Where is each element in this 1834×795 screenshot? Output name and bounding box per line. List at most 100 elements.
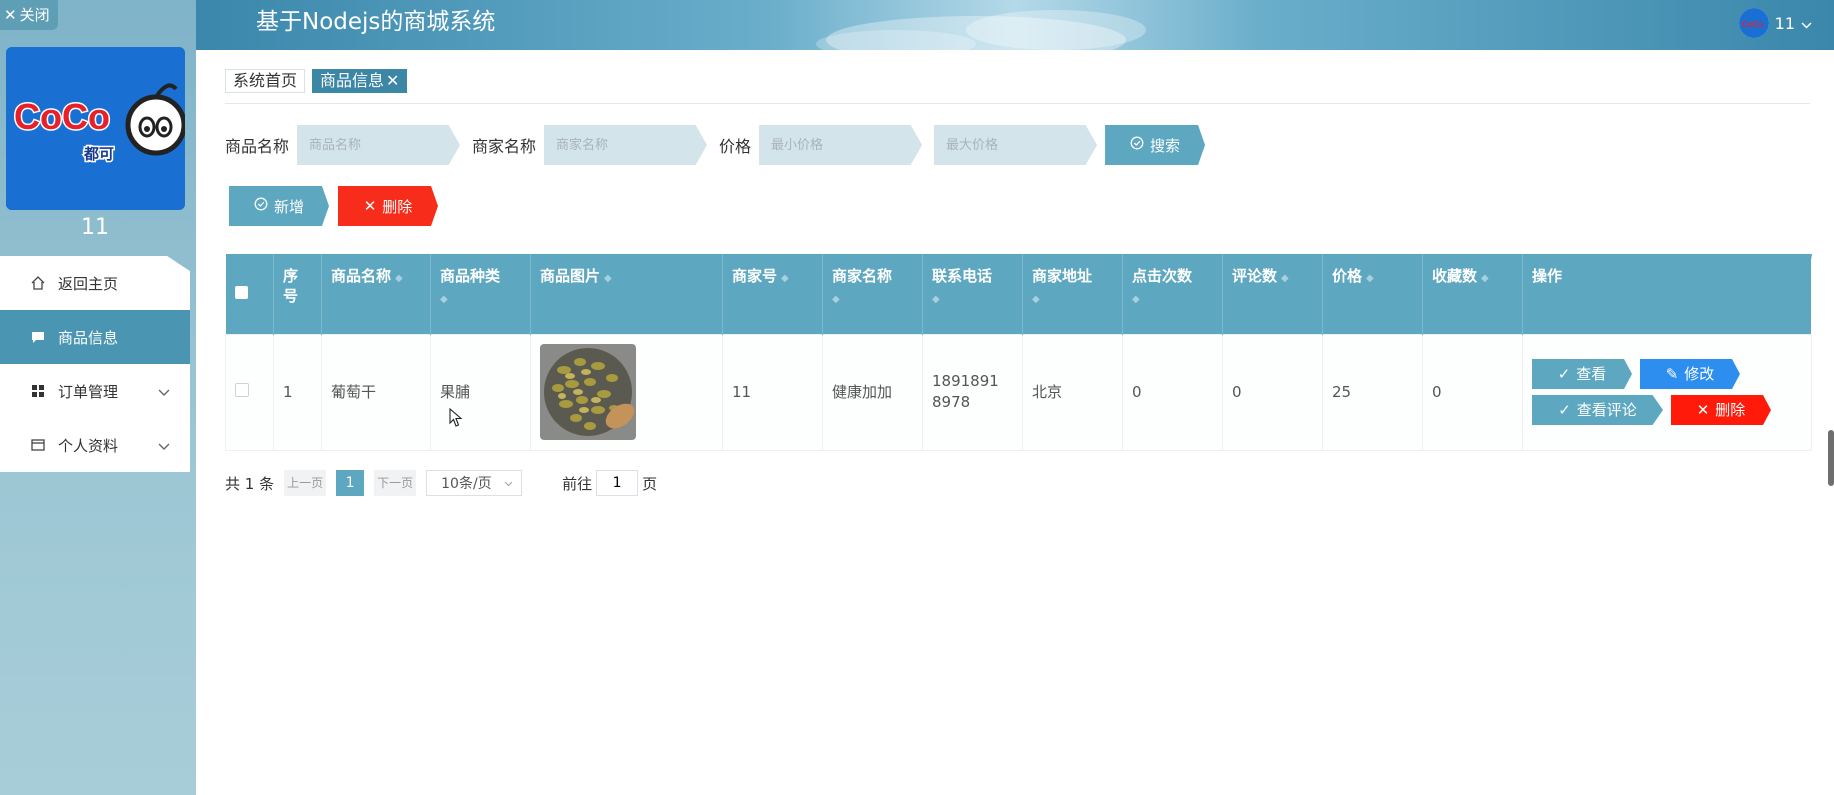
product-name-label: 商品名称 bbox=[225, 137, 290, 156]
sidebar-item-label: 订单管理 bbox=[58, 382, 119, 401]
col-header-price[interactable]: 价格 ◆ bbox=[1322, 254, 1423, 334]
close-icon[interactable]: ✕ bbox=[386, 70, 399, 92]
total-count: 共 1 条 bbox=[225, 474, 275, 493]
tab-home[interactable]: 系统首页 bbox=[225, 69, 306, 93]
sidebar-menu: 返回主页 商品信息 订单管理 个人资料 bbox=[0, 256, 190, 472]
sort-icon[interactable]: ◆ bbox=[395, 273, 403, 284]
cell-merchant-name: 健康加加 bbox=[822, 333, 923, 451]
main-content: 系统首页 商品信息 ✕ 商品名称 商家名称 价格 搜索 新增 bbox=[196, 50, 1834, 795]
pagination: 共 1 条 上一页 1 下一页 10条/页 前往 页 bbox=[225, 469, 657, 497]
merchant-name-label: 商家名称 bbox=[472, 137, 537, 156]
sort-icon[interactable]: ◆ bbox=[1281, 273, 1289, 284]
brand-logo: CoCo 都可 bbox=[6, 47, 185, 210]
cell-clicks: 0 bbox=[1122, 333, 1223, 451]
cell-name: 葡萄干 bbox=[321, 333, 431, 451]
sort-icon[interactable]: ◆ bbox=[1132, 290, 1213, 310]
sidebar-item-home[interactable]: 返回主页 bbox=[0, 256, 190, 310]
check-circle-icon bbox=[254, 197, 268, 215]
row-checkbox[interactable] bbox=[235, 382, 249, 397]
header-arrow-tip bbox=[1811, 254, 1823, 334]
select-all-checkbox[interactable] bbox=[234, 286, 248, 299]
delete-row-button[interactable]: ✕ 删除 bbox=[1671, 395, 1771, 425]
sort-icon[interactable]: ◆ bbox=[1366, 273, 1374, 284]
raisins-image bbox=[540, 344, 636, 440]
sidebar-item-profile[interactable]: 个人资料 bbox=[0, 418, 190, 472]
sort-icon[interactable]: ◆ bbox=[781, 273, 789, 284]
tab-label: 系统首页 bbox=[233, 71, 298, 90]
page-size-value: 10条/页 bbox=[441, 476, 492, 492]
edit-label: 修改 bbox=[1684, 364, 1715, 383]
sidebar-item-products[interactable]: 商品信息 bbox=[0, 310, 190, 364]
table-row: 1 葡萄干 果脯 11 健康加加 18918918978 北京 0 0 25 0… bbox=[225, 333, 1812, 451]
chevron-down-icon bbox=[504, 475, 513, 491]
divider bbox=[225, 103, 1810, 104]
sort-icon[interactable]: ◆ bbox=[1481, 273, 1489, 284]
add-button[interactable]: 新增 bbox=[229, 186, 329, 226]
col-header-index: 序号 bbox=[273, 254, 322, 334]
bulk-delete-button[interactable]: ✕ 删除 bbox=[338, 186, 438, 226]
view-button[interactable]: ✓ 查看 bbox=[1532, 359, 1632, 389]
add-button-label: 新增 bbox=[273, 197, 304, 216]
price-label: 价格 bbox=[719, 137, 752, 156]
max-price-input[interactable] bbox=[934, 125, 1098, 165]
chevron-down-icon bbox=[158, 437, 170, 455]
min-price-input[interactable] bbox=[759, 125, 923, 165]
logo-subtext: 都可 bbox=[83, 145, 114, 163]
cell-address: 北京 bbox=[1022, 333, 1123, 451]
sidebar-item-label: 个人资料 bbox=[58, 436, 119, 455]
goto-page-input[interactable] bbox=[596, 470, 639, 496]
col-header-address[interactable]: 商家地址 ◆ bbox=[1022, 254, 1123, 334]
sort-icon[interactable]: ◆ bbox=[832, 290, 913, 310]
edit-button[interactable]: ✎ 修改 bbox=[1640, 359, 1740, 389]
col-header-image[interactable]: 商品图片 ◆ bbox=[530, 254, 723, 334]
user-menu[interactable]: CoCo 11 bbox=[1738, 8, 1812, 38]
tab-products[interactable]: 商品信息 ✕ bbox=[312, 69, 408, 93]
col-header-merchant-name[interactable]: 商家名称 ◆ bbox=[822, 254, 923, 334]
col-header-clicks[interactable]: 点击次数 ◆ bbox=[1122, 254, 1223, 334]
col-header-favorites[interactable]: 收藏数 ◆ bbox=[1422, 254, 1523, 334]
view-comments-button[interactable]: ✓ 查看评论 bbox=[1532, 395, 1663, 425]
sidebar-item-orders[interactable]: 订单管理 bbox=[0, 364, 190, 418]
sort-icon[interactable]: ◆ bbox=[932, 290, 1013, 310]
close-sidebar-button[interactable]: ✕ 关闭 bbox=[0, 0, 58, 30]
cell-image bbox=[530, 333, 723, 451]
col-header-phone[interactable]: 联系电话 ◆ bbox=[922, 254, 1023, 334]
col-header-category[interactable]: 商品种类 ◆ bbox=[430, 254, 531, 334]
delete-button-label: 删除 bbox=[382, 197, 413, 216]
app-title: 基于Nodejs的商城系统 bbox=[256, 9, 496, 35]
col-header-merchant-no[interactable]: 商家号 ◆ bbox=[722, 254, 823, 334]
grid-icon bbox=[30, 383, 46, 399]
chevron-down-icon bbox=[1801, 14, 1812, 33]
sort-icon[interactable]: ◆ bbox=[1032, 290, 1113, 310]
coco-logo-image: CoCo 都可 bbox=[6, 47, 185, 210]
cell-phone: 18918918978 bbox=[922, 333, 1023, 451]
sort-icon[interactable]: ◆ bbox=[604, 273, 612, 284]
sort-icon[interactable]: ◆ bbox=[440, 290, 521, 310]
view-label: 查看 bbox=[1576, 364, 1607, 383]
data-table: 序号 商品名称 ◆ 商品种类 ◆ 商品图片 ◆ 商家号 ◆ 商家名称 ◆ 联系电话 ◆ 商家… bbox=[225, 254, 1812, 451]
sidebar-username: 11 bbox=[81, 215, 109, 240]
check-icon: ✓ bbox=[1558, 400, 1571, 419]
scrollbar-thumb[interactable] bbox=[1828, 430, 1834, 486]
page-size-select[interactable]: 10条/页 bbox=[426, 470, 523, 496]
page-number-button[interactable]: 1 bbox=[336, 470, 365, 496]
cell-category: 果脯 bbox=[430, 333, 531, 451]
cell-actions: ✓ 查看 ✎ 修改 ✓ 查看评论 ✕ 删除 bbox=[1522, 333, 1812, 451]
cell-merchant-no: 11 bbox=[722, 333, 823, 451]
next-page-button[interactable]: 下一页 bbox=[374, 470, 417, 496]
search-button[interactable]: 搜索 bbox=[1105, 125, 1206, 165]
product-name-input[interactable] bbox=[297, 125, 461, 165]
search-form: 商品名称 商家名称 价格 搜索 bbox=[225, 125, 1206, 165]
product-image[interactable] bbox=[540, 344, 636, 440]
merchant-name-input[interactable] bbox=[544, 125, 708, 165]
col-header-actions: 操作 bbox=[1522, 254, 1812, 334]
col-header-comments[interactable]: 评论数 ◆ bbox=[1222, 254, 1323, 334]
prev-page-button[interactable]: 上一页 bbox=[284, 470, 327, 496]
col-header-name[interactable]: 商品名称 ◆ bbox=[321, 254, 431, 334]
close-label: 关闭 bbox=[19, 6, 50, 24]
tab-label: 商品信息 bbox=[320, 71, 385, 90]
search-button-label: 搜索 bbox=[1150, 136, 1181, 155]
row-select-cell bbox=[225, 333, 274, 451]
page-jump: 前往 页 bbox=[562, 470, 657, 496]
goto-label: 前往 bbox=[562, 474, 593, 493]
